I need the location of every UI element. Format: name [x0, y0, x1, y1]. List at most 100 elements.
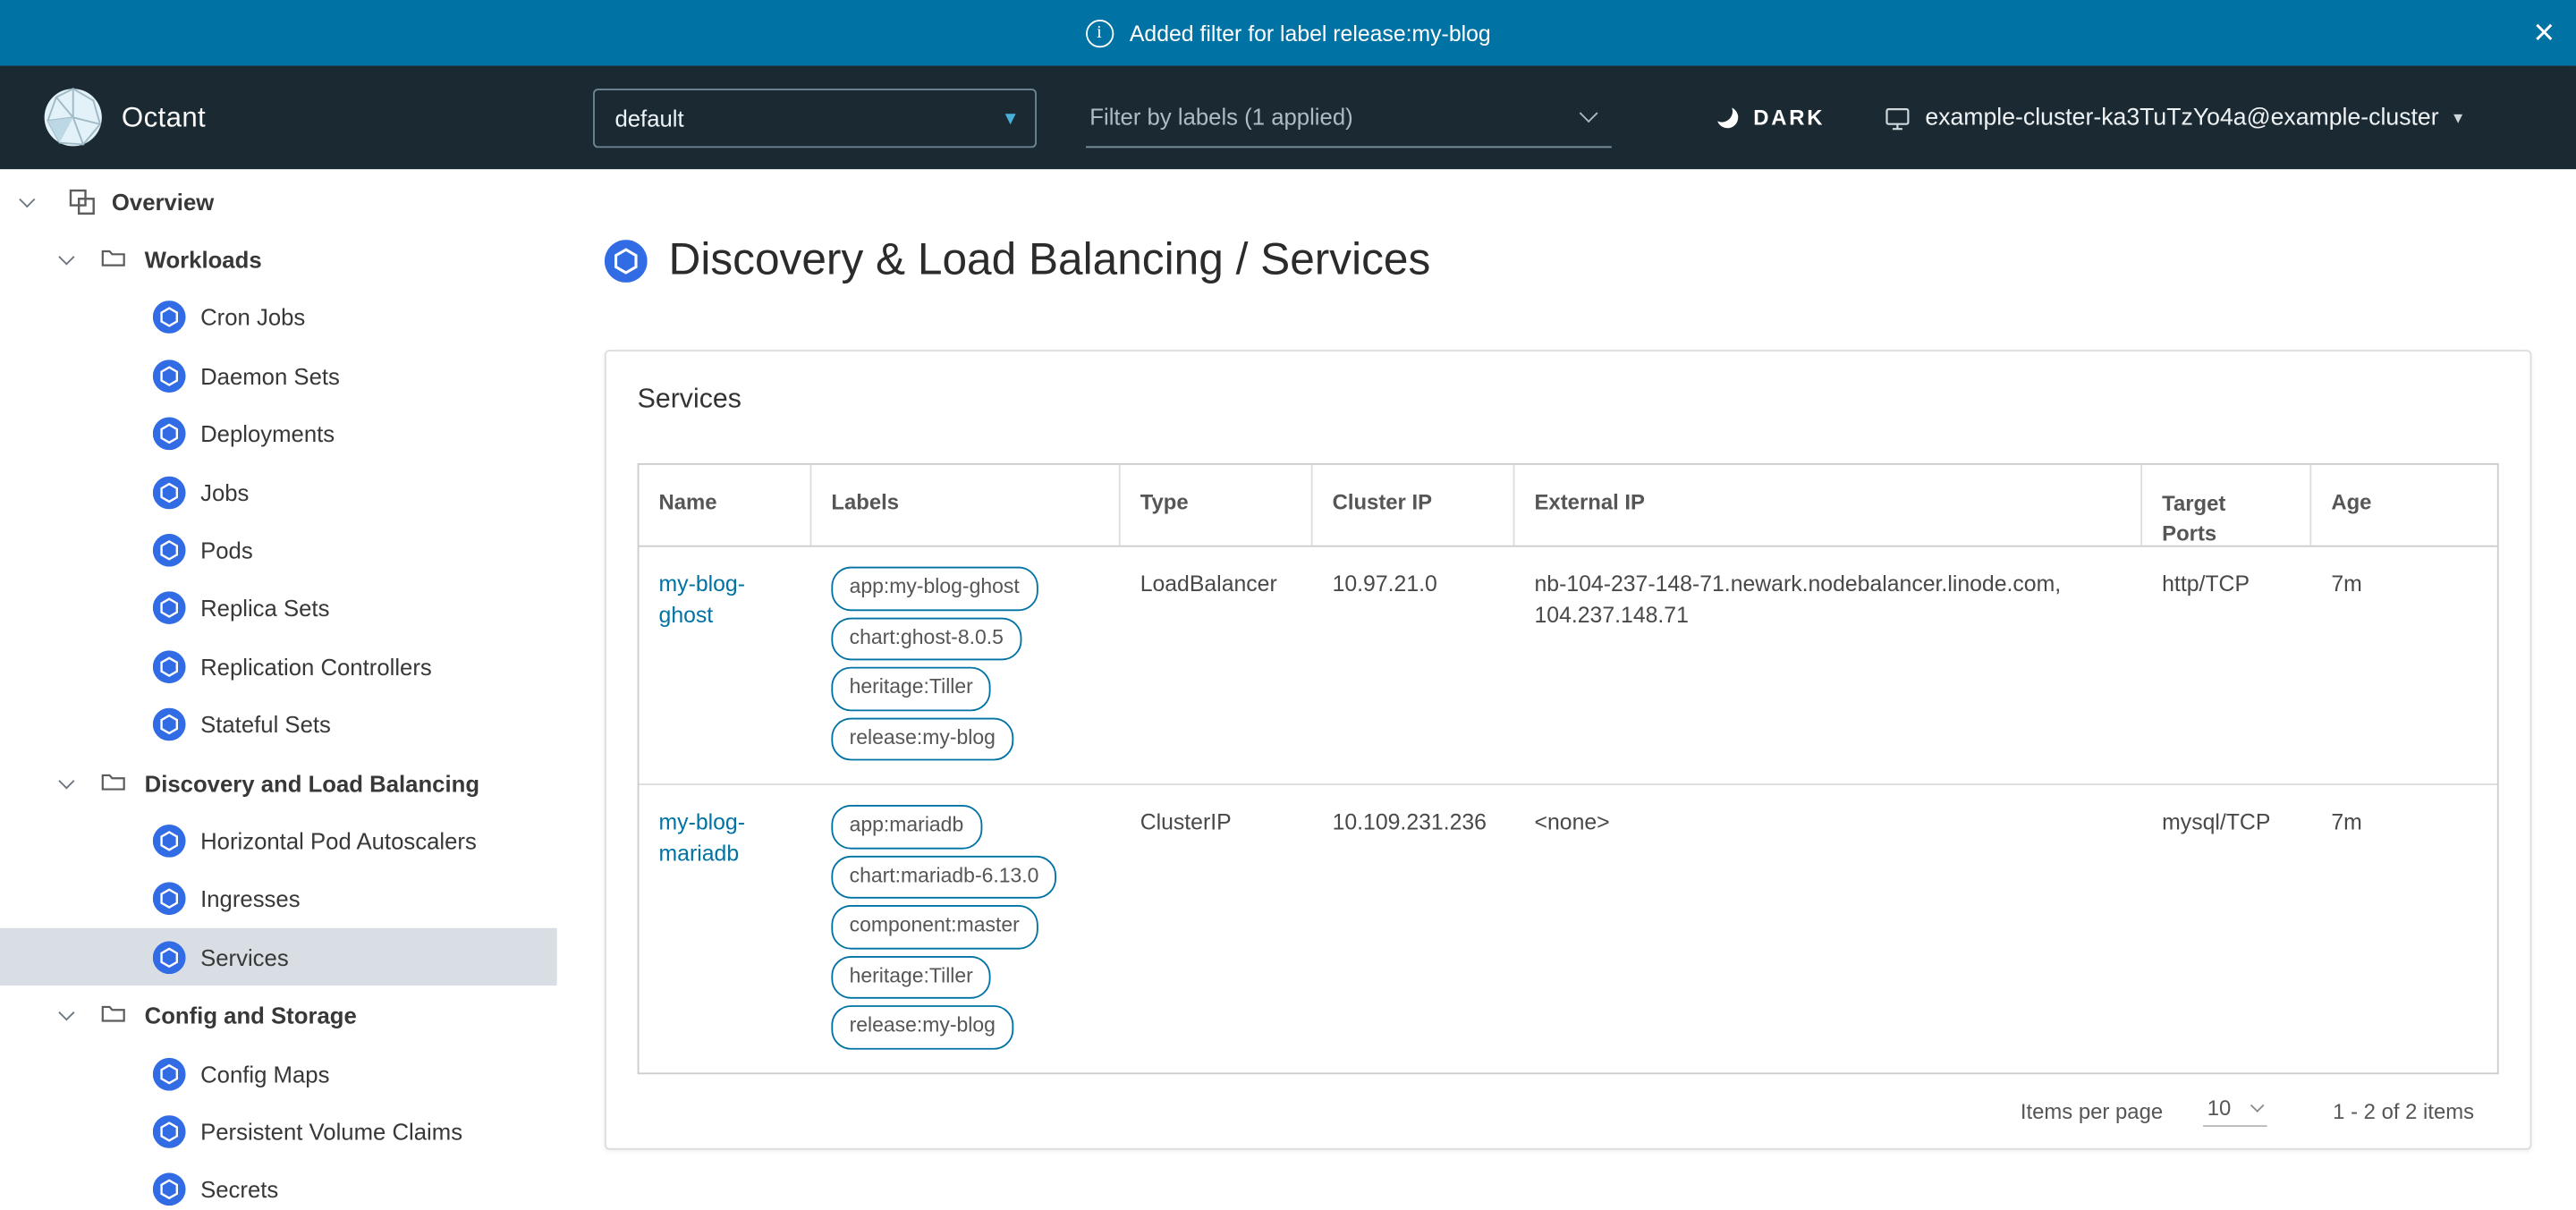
items-per-page-select[interactable]: 10	[2202, 1095, 2267, 1126]
sidebar-item-label: Jobs	[200, 479, 249, 505]
column-header-target-ports: Target Ports	[2142, 465, 2311, 546]
sidebar-item-replica-sets[interactable]: Replica Sets	[0, 580, 557, 638]
sidebar-item-label: Pods	[200, 537, 253, 563]
sidebar-item-label: Deployments	[200, 421, 335, 447]
label-pill[interactable]: chart:mariadb-6.13.0	[831, 855, 1056, 899]
items-per-page-label: Items per page	[2021, 1098, 2163, 1123]
column-header-external-ip: External IP	[1514, 465, 2142, 546]
collapse-chevron-icon[interactable]	[16, 199, 36, 205]
sidebar-item-persistent-volume-claims[interactable]: Persistent Volume Claims	[0, 1103, 557, 1161]
sidebar-item-horizontal-pod-autoscalers[interactable]: Horizontal Pod Autoscalers	[0, 812, 557, 870]
info-icon: i	[1085, 19, 1113, 47]
sidebar-item-replication-controllers[interactable]: Replication Controllers	[0, 638, 557, 696]
external-ip-cell: nb-104-237-148-71.newark.nodebalancer.li…	[1514, 547, 2142, 783]
sidebar-item-ingresses[interactable]: Ingresses	[0, 870, 557, 928]
secrets-icon	[153, 1173, 186, 1206]
moon-icon	[1716, 105, 1741, 130]
collapse-chevron-icon[interactable]	[55, 257, 75, 263]
column-header-cluster-ip: Cluster IP	[1313, 465, 1515, 546]
sidebar-item-cron-jobs[interactable]: Cron Jobs	[0, 289, 557, 347]
age-cell: 7m	[2311, 785, 2497, 1072]
age-cell: 7m	[2311, 547, 2497, 783]
sidebar-item-label: Persistent Volume Claims	[200, 1119, 462, 1145]
persistent-volume-claims-icon	[153, 1115, 186, 1148]
notification-banner: i Added filter for label release:my-blog…	[0, 0, 2576, 65]
pagination-range: 1 - 2 of 2 items	[2333, 1098, 2474, 1123]
label-pill[interactable]: release:my-blog	[831, 1005, 1013, 1049]
type-cell: ClusterIP	[1121, 785, 1313, 1072]
sidebar-group-config-and-storage[interactable]: Config and Storage	[0, 986, 557, 1045]
sidebar-item-label: Config Maps	[200, 1061, 329, 1087]
sidebar-item-pods[interactable]: Pods	[0, 521, 557, 580]
sidebar-group-label: Config and Storage	[145, 1003, 357, 1028]
horizontal-pod-autoscalers-icon	[153, 825, 186, 858]
service-link[interactable]: my-blog-mariadb	[659, 810, 745, 866]
sidebar-item-label: Replica Sets	[200, 596, 329, 622]
sidebar-item-stateful-sets[interactable]: Stateful Sets	[0, 696, 557, 754]
octant-app: i Added filter for label release:my-blog…	[0, 0, 2576, 1210]
sidebar-group-discovery-and-load-balancing[interactable]: Discovery and Load Balancing	[0, 754, 557, 812]
namespace-select[interactable]: default ▾	[594, 88, 1038, 147]
cluster-ip-cell: 10.109.231.236	[1313, 785, 1515, 1072]
column-header-type: Type	[1121, 465, 1313, 546]
collapse-chevron-icon[interactable]	[55, 780, 75, 786]
label-pill[interactable]: heritage:Tiller	[831, 667, 991, 711]
overview-icon	[67, 187, 97, 216]
namespace-value: default	[614, 105, 683, 131]
collapse-chevron-icon[interactable]	[55, 1012, 75, 1019]
stateful-sets-icon	[153, 708, 186, 741]
label-pill[interactable]: release:my-blog	[831, 717, 1013, 761]
card-title: Services	[606, 351, 2530, 445]
folder-icon	[100, 768, 130, 798]
label-filter-select[interactable]: Filter by labels (1 applied)	[1087, 88, 1613, 147]
label-pill[interactable]: app:my-blog-ghost	[831, 567, 1038, 611]
target-ports-cell: http/TCP	[2142, 547, 2311, 783]
sidebar-item-label: Horizontal Pod Autoscalers	[200, 828, 477, 854]
octant-logo	[43, 87, 104, 148]
close-icon[interactable]: ×	[2533, 15, 2555, 51]
sidebar-item-jobs[interactable]: Jobs	[0, 463, 557, 521]
deployments-icon	[153, 418, 186, 451]
sidebar-item-label: Stateful Sets	[200, 712, 331, 738]
sidebar-group-label: Workloads	[145, 247, 262, 273]
sidebar-item-config-maps[interactable]: Config Maps	[0, 1045, 557, 1103]
items-per-page-value: 10	[2207, 1095, 2232, 1120]
services-table: Name Labels Type Cluster IP External IP …	[638, 463, 2499, 1073]
dark-mode-toggle[interactable]: DARK	[1717, 106, 1825, 131]
daemon-sets-icon	[153, 360, 186, 393]
sidebar-item-deployments[interactable]: Deployments	[0, 405, 557, 463]
dark-mode-label: DARK	[1753, 106, 1825, 131]
name-cell: my-blog-mariadb	[639, 785, 811, 1072]
sidebar-item-label: Services	[200, 944, 289, 970]
target-ports-cell: mysql/TCP	[2142, 785, 2311, 1072]
sidebar-item-overview[interactable]: Overview	[0, 173, 557, 231]
sidebar-nav: Overview Workloads Cron Jobs Daemon Sets	[0, 169, 557, 1210]
jobs-icon	[153, 476, 186, 509]
sidebar-item-services[interactable]: Services	[0, 928, 557, 986]
label-pill[interactable]: heritage:Tiller	[831, 955, 991, 999]
cluster-name: example-cluster-ka3TuTzYo4a@example-clus…	[1925, 105, 2438, 131]
services-card: Services Name Labels Type Cluster IP Ext…	[605, 350, 2531, 1149]
config-maps-icon	[153, 1057, 186, 1090]
sidebar-item-daemon-sets[interactable]: Daemon Sets	[0, 347, 557, 405]
sidebar-group-label: Discovery and Load Balancing	[145, 770, 479, 796]
sidebar-item-label: Secrets	[200, 1177, 278, 1203]
service-link[interactable]: my-blog-ghost	[659, 571, 745, 627]
name-cell: my-blog-ghost	[639, 547, 811, 783]
sidebar-item-secrets[interactable]: Secrets	[0, 1161, 557, 1210]
chevron-down-icon	[1580, 104, 1598, 123]
column-header-age: Age	[2311, 465, 2497, 546]
cluster-selector[interactable]: example-cluster-ka3TuTzYo4a@example-clus…	[1884, 105, 2462, 131]
cron-jobs-icon	[153, 301, 186, 334]
label-pill[interactable]: chart:ghost-8.0.5	[831, 617, 1021, 661]
sidebar-item-label: Overview	[112, 189, 214, 215]
sidebar-group-workloads[interactable]: Workloads	[0, 231, 557, 289]
folder-icon	[100, 1001, 130, 1030]
external-ip-cell: <none>	[1514, 785, 2142, 1072]
column-header-name: Name	[639, 465, 811, 546]
label-pill[interactable]: component:master	[831, 905, 1038, 949]
banner-message: Added filter for label release:my-blog	[1130, 21, 1491, 46]
label-pill[interactable]: app:mariadb	[831, 805, 981, 849]
column-header-labels: Labels	[811, 465, 1120, 546]
labels-cell: app:mariadb chart:mariadb-6.13.0 compone…	[811, 785, 1120, 1072]
